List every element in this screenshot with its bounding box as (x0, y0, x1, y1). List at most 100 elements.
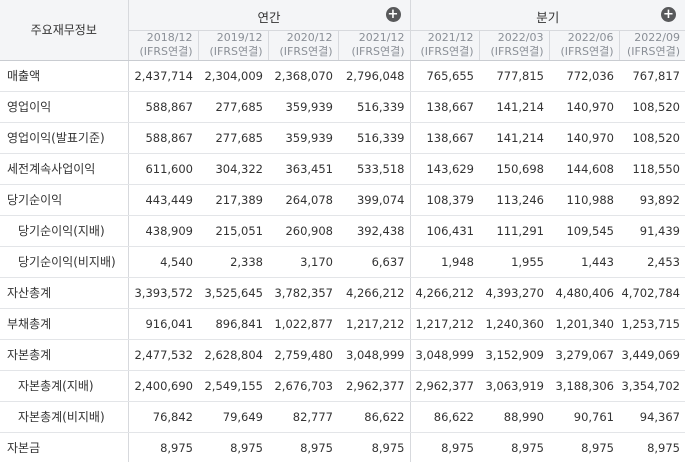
value-cell: 150,698 (479, 153, 549, 185)
row-label[interactable]: 자산총계 (0, 277, 129, 309)
value-cell: 113,246 (479, 184, 549, 216)
row-label: 당기순이익(지배) (0, 215, 129, 247)
value-cell: 363,451 (268, 153, 338, 185)
row-label[interactable]: 세전계속사업이익 (0, 153, 129, 185)
value-cell: 6,637 (338, 246, 411, 278)
period-basis: (IFRS연결) (351, 45, 405, 58)
value-cell: 3,525,645 (198, 277, 268, 309)
value-cell: 304,322 (198, 153, 268, 185)
value-cell: 277,685 (198, 91, 268, 123)
period-date: 2021/12 (358, 31, 405, 44)
period-header: 2022/09 (IFRS연결) (619, 30, 685, 61)
value-cell: 3,393,572 (128, 277, 198, 309)
table-row: 자본총계 2,477,532 2,628,804 2,759,480 3,048,999… (0, 339, 685, 371)
annual-expand-plus-icon[interactable]: + (385, 7, 401, 22)
value-cell: 140,970 (549, 122, 619, 154)
quarter-expand-plus-icon[interactable]: + (661, 7, 676, 22)
table-row: 세전계속사업이익 611,600 304,322 363,451 533,518 143,… (0, 153, 685, 185)
value-cell: 82,777 (268, 401, 338, 433)
table-row: 당기순이익(비지배) 4,540 2,338 3,170 6,637 1,948 1,955… (0, 246, 685, 278)
value-cell: 772,036 (549, 60, 619, 92)
table-row: 자본금 8,975 8,975 8,975 8,975 8,975 8,975 8,975 8,… (0, 432, 685, 462)
table-row: 영업이익 588,867 277,685 359,939 516,339 138,667 1… (0, 91, 685, 123)
value-cell: 8,975 (479, 432, 549, 462)
value-cell: 141,214 (479, 91, 549, 123)
financial-summary-table: 주요재무정보 연간 + 분기 + 2018/12 (IFRS연결) 2019/12… (0, 0, 685, 462)
value-cell: 90,761 (549, 401, 619, 433)
row-label[interactable]: 자본금 (0, 432, 129, 462)
value-cell: 2,962,377 (410, 370, 479, 402)
value-cell: 1,217,212 (338, 308, 411, 340)
row-label[interactable]: 부채총계 (0, 308, 129, 340)
value-cell: 86,622 (410, 401, 479, 433)
value-cell: 108,379 (410, 184, 479, 216)
value-cell: 611,600 (128, 153, 198, 185)
annual-group-header: 연간 + (128, 0, 411, 31)
value-cell: 3,188,306 (549, 370, 619, 402)
table-row: 자산총계 3,393,572 3,525,645 3,782,357 4,266,212… (0, 277, 685, 309)
row-label: 당기순이익(비지배) (0, 246, 129, 278)
value-cell: 108,520 (619, 91, 685, 123)
period-date: 2021/12 (427, 31, 474, 44)
value-cell: 8,975 (619, 432, 685, 462)
value-cell: 3,279,067 (549, 339, 619, 371)
row-label: 자본총계(지배) (0, 370, 129, 402)
value-cell: 138,667 (410, 91, 479, 123)
period-date: 2022/09 (634, 31, 680, 44)
value-cell: 1,217,212 (410, 308, 479, 340)
period-date: 2019/12 (216, 31, 263, 44)
value-cell: 110,988 (549, 184, 619, 216)
value-cell: 4,266,212 (410, 277, 479, 309)
value-cell: 2,453 (619, 246, 685, 278)
period-header: 2021/12 (IFRS연결) (410, 30, 480, 61)
value-cell: 8,975 (410, 432, 479, 462)
value-cell: 2,437,714 (128, 60, 198, 92)
value-cell: 2,796,048 (338, 60, 411, 92)
row-label[interactable]: 자본총계 (0, 339, 129, 371)
period-basis: (IFRS연결) (420, 45, 474, 58)
value-cell: 359,939 (268, 122, 338, 154)
value-cell: 3,782,357 (268, 277, 338, 309)
row-label[interactable]: 당기순이익 (0, 184, 129, 216)
table-row: 당기순이익 443,449 217,389 264,078 399,074 108,379… (0, 184, 685, 216)
value-cell: 4,266,212 (338, 277, 411, 309)
period-header: 2021/12 (IFRS연결) (338, 30, 411, 61)
row-label[interactable]: 영업이익(발표기준) (0, 122, 129, 154)
value-cell: 3,170 (268, 246, 338, 278)
value-cell: 1,253,715 (619, 308, 685, 340)
table-row: 자본총계(지배) 2,400,690 2,549,155 2,676,703 2,962… (0, 370, 685, 402)
value-cell: 76,842 (128, 401, 198, 433)
value-cell: 4,702,784 (619, 277, 685, 309)
value-cell: 106,431 (410, 215, 479, 247)
row-label[interactable]: 매출액 (0, 60, 129, 92)
value-cell: 111,291 (479, 215, 549, 247)
period-basis: (IFRS연결) (626, 45, 680, 58)
value-cell: 108,520 (619, 122, 685, 154)
value-cell: 4,393,270 (479, 277, 549, 309)
value-cell: 1,443 (549, 246, 619, 278)
value-cell: 438,909 (128, 215, 198, 247)
value-cell: 8,975 (338, 432, 411, 462)
value-cell: 533,518 (338, 153, 411, 185)
value-cell: 3,449,069 (619, 339, 685, 371)
value-cell: 765,655 (410, 60, 479, 92)
table-row: 매출액 2,437,714 2,304,009 2,368,070 2,796,048 7… (0, 60, 685, 92)
value-cell: 88,990 (479, 401, 549, 433)
quarter-label: 분기 (536, 10, 560, 25)
annual-label: 연간 (257, 10, 281, 25)
value-cell: 2,628,804 (198, 339, 268, 371)
row-label[interactable]: 영업이익 (0, 91, 129, 123)
value-cell: 1,948 (410, 246, 479, 278)
value-cell: 138,667 (410, 122, 479, 154)
period-header: 2022/06 (IFRS연결) (549, 30, 620, 61)
value-cell: 1,201,340 (549, 308, 619, 340)
value-cell: 109,545 (549, 215, 619, 247)
period-basis: (IFRS연결) (209, 45, 263, 58)
period-date: 2022/03 (497, 31, 544, 44)
value-cell: 2,962,377 (338, 370, 411, 402)
period-date: 2022/06 (567, 31, 614, 44)
value-cell: 516,339 (338, 91, 411, 123)
table-row: 당기순이익(지배) 438,909 215,051 260,908 392,438 106… (0, 215, 685, 247)
period-basis: (IFRS연결) (279, 45, 333, 58)
value-cell: 2,400,690 (128, 370, 198, 402)
